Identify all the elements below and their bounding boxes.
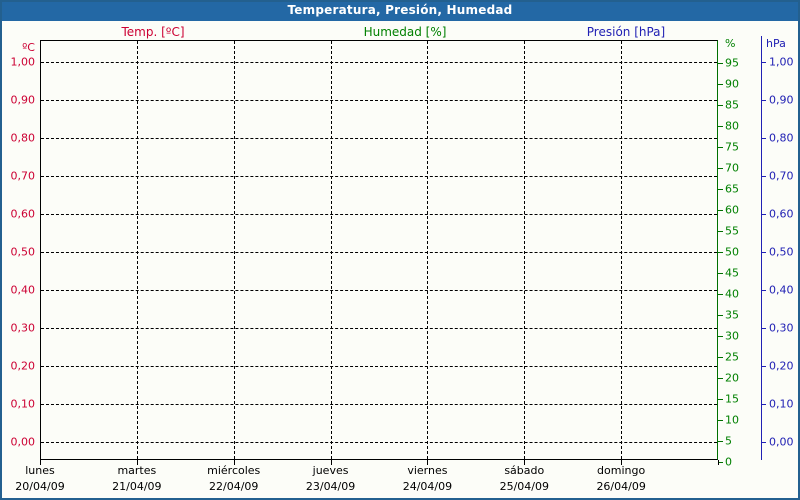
humidity-axis-tick-label: 60 [725,203,739,216]
temp-axis-unit-label: ºC [22,41,35,54]
chart-title: Temperatura, Presión, Humedad [287,3,513,17]
humidity-axis-tick-label: 65 [725,182,739,195]
pressure-axis-tick-label: 0,30 [769,321,794,335]
pressure-axis-tick [761,100,766,101]
humidity-axis-tick-label: 10 [725,413,739,426]
humidity-axis-tick-label: 80 [725,119,739,132]
humidity-axis-tick [718,146,723,148]
pressure-axis-unit-label: hPa [766,37,786,50]
temp-axis-tick-label: 0,50 [10,245,36,259]
plot-area [40,40,718,460]
pressure-axis-tick [761,290,766,291]
humidity-axis-tick-label: 75 [725,140,739,153]
x-axis-date-label: 22/04/09 [209,480,259,493]
pressure-axis-tick [761,138,766,139]
x-axis-date-label: 21/04/09 [112,480,162,493]
pressure-axis-tick-label: 1,00 [769,55,794,69]
humidity-axis-tick-label: 35 [725,308,739,321]
title-bar: Temperatura, Presión, Humedad [0,0,800,21]
humidity-axis-tick-label: 90 [725,77,739,90]
humidity-axis-unit-label: % [725,37,736,50]
legend-humidity: Humedad [%] [363,25,447,39]
humidity-axis-tick [718,251,723,253]
humidity-axis-tick [718,83,723,85]
legend-pressure: Presión [hPa] [586,25,666,39]
pressure-axis-tick-label: 0,70 [769,169,794,183]
humidity-axis-tick-label: 95 [725,56,739,69]
temp-axis-tick-label: 0,90 [10,93,36,107]
humidity-axis-tick-label: 0 [725,455,732,468]
humidity-axis-tick [718,398,723,400]
pressure-axis-tick [761,214,766,215]
humidity-axis-tick-label: 25 [725,350,739,363]
x-axis-day-label: domingo [597,464,646,477]
x-axis-tick [718,460,719,465]
x-axis-day-label: viernes [407,464,448,477]
humidity-axis-tick [718,335,723,337]
temp-axis-tick-label: 1,00 [10,55,36,69]
temp-axis-tick-label: 0,30 [10,321,36,335]
temp-axis-tick-label: 0,20 [10,359,36,373]
humidity-axis-tick-label: 50 [725,245,739,258]
humidity-axis-tick-label: 85 [725,98,739,111]
x-axis-day-label: jueves [312,464,349,477]
humidity-axis-tick-label: 30 [725,329,739,342]
pressure-axis-tick-label: 0,00 [769,435,794,449]
humidity-axis-tick [718,377,723,379]
pressure-axis-tick [761,176,766,177]
pressure-axis-tick-label: 0,60 [769,207,794,221]
humidity-axis-tick [718,104,723,106]
x-axis-day-label: martes [117,464,157,477]
humidity-axis-tick [718,188,723,190]
pressure-axis-tick [761,404,766,405]
pressure-axis-tick [761,366,766,367]
pressure-axis-tick-label: 0,20 [769,359,794,373]
humidity-axis-tick [718,209,723,211]
temp-axis-tick-label: 0,10 [10,397,36,411]
temp-axis-tick-label: 0,00 [10,435,36,449]
legend-temperature: Temp. [ºC] [121,25,185,39]
x-axis-date-label: 20/04/09 [15,480,65,493]
temp-axis-tick-label: 0,60 [10,207,36,221]
humidity-axis-tick [718,125,723,127]
humidity-axis-tick-label: 70 [725,161,739,174]
x-axis-date-label: 24/04/09 [402,480,453,493]
humidity-axis-tick [718,356,723,358]
humidity-axis-tick-label: 45 [725,266,739,279]
humidity-axis-tick [718,167,723,169]
weather-chart-panel: Temperatura, Presión, Humedad Temp. [ºC]… [0,0,800,500]
x-axis-date-label: 25/04/09 [499,480,549,493]
x-axis-day-label: miércoles [207,464,261,477]
humidity-axis-tick-label: 55 [725,224,739,237]
pressure-axis-tick-label: 0,10 [769,397,794,411]
temp-axis-tick-label: 0,70 [10,169,36,183]
humidity-axis-tick [718,419,723,421]
x-axis-day-label: lunes [25,464,55,477]
pressure-axis-tick-label: 0,90 [769,93,794,107]
humidity-axis-tick [718,272,723,274]
humidity-axis-tick-label: 40 [725,287,739,300]
pressure-axis-tick [761,252,766,253]
humidity-axis-tick [718,314,723,316]
temp-axis-tick-label: 0,80 [10,131,36,145]
pressure-axis-tick-label: 0,80 [769,131,794,145]
humidity-axis-tick [718,62,723,64]
humidity-axis-tick [718,440,723,442]
humidity-axis-tick [718,230,723,232]
x-axis-date-label: 23/04/09 [305,480,356,493]
x-axis-date-label: 26/04/09 [596,480,646,493]
humidity-axis-tick-label: 5 [725,434,732,447]
x-axis-day-label: sábado [504,464,545,477]
pressure-axis-tick-label: 0,40 [769,283,794,297]
humidity-axis-tick-label: 20 [725,371,739,384]
temp-axis-tick-label: 0,40 [10,283,36,297]
humidity-axis-tick [718,293,723,295]
humidity-axis-tick-label: 15 [725,392,739,405]
pressure-axis-tick-label: 0,50 [769,245,794,259]
pressure-axis-tick [761,442,766,443]
pressure-axis-tick [761,62,766,63]
pressure-axis-tick [761,328,766,329]
